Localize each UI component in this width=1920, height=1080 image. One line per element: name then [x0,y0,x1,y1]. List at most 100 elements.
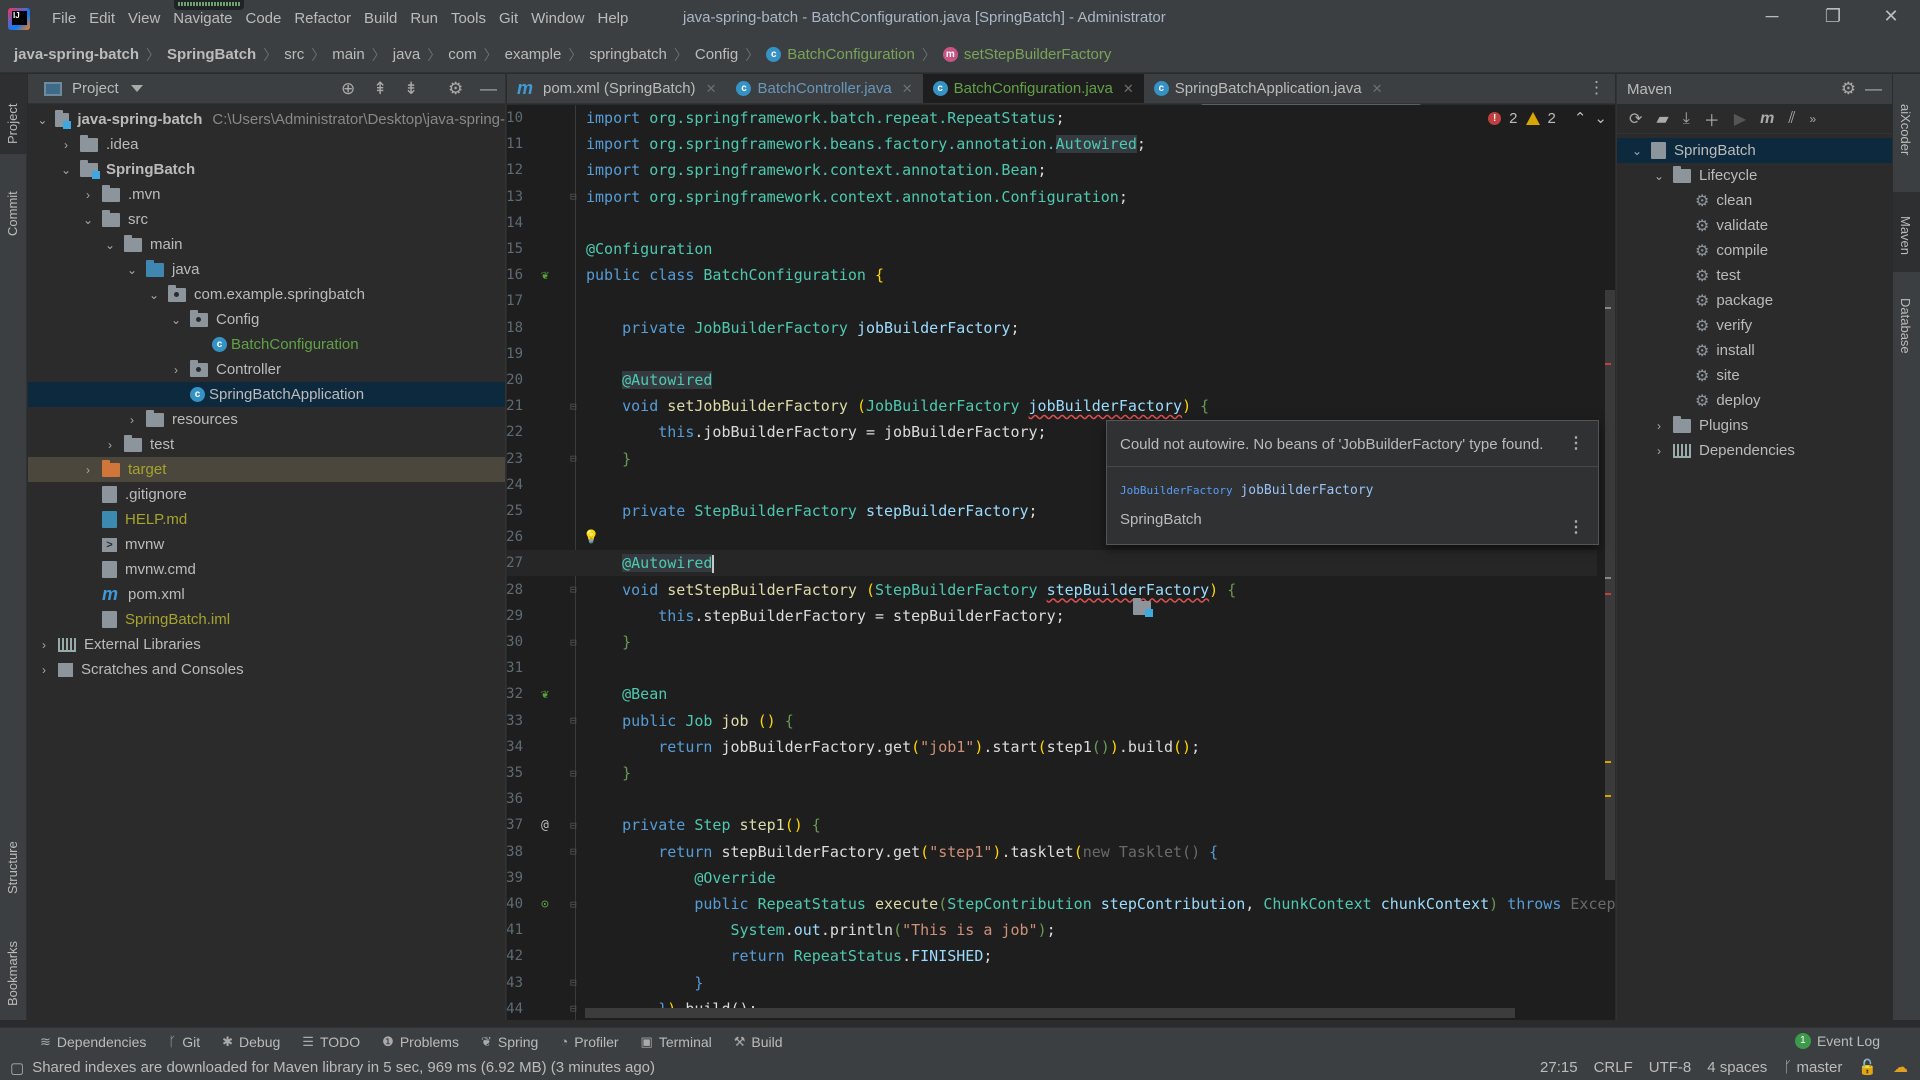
menu-help[interactable]: Help [598,10,629,27]
git-branch-widget[interactable]: ᚴ master [1783,1059,1842,1076]
tree-item[interactable]: › External Libraries [28,632,505,657]
code-line[interactable]: 29 this.stepBuilderFactory = stepBuilder… [507,603,1597,629]
next-highlight-icon[interactable]: ⌄ [1594,109,1607,127]
tool-tab-todo[interactable]: ☰ TODO [302,1034,360,1050]
line-number[interactable]: 41 [507,922,523,938]
fold-marker-icon[interactable]: ⊟ [570,898,577,911]
code-line[interactable]: 32 ❦ @Bean [507,681,1597,707]
menu-edit[interactable]: Edit [89,10,115,27]
file-encoding[interactable]: UTF-8 [1649,1059,1692,1076]
breadcrumb-item[interactable]: java-spring-batch [14,46,139,63]
line-number[interactable]: 44 [507,1001,523,1017]
tree-item[interactable]: ⌄ java [28,257,505,282]
chevron-right-icon[interactable]: › [58,138,74,152]
event-log-button[interactable]: 1 Event Log [1794,1033,1880,1049]
line-number[interactable]: 14 [507,215,523,231]
close-tab-icon[interactable]: ✕ [902,81,913,97]
expand-all-icon[interactable]: ⇞ [373,79,387,99]
tool-tab-git[interactable]: ᚴ Git [168,1034,200,1050]
code-line[interactable]: 20 @Autowired [507,367,1597,393]
chevron-right-icon[interactable]: › [124,413,140,427]
tool-window-project[interactable]: Project [0,74,27,154]
fold-marker-icon[interactable]: ⊟ [570,976,577,989]
tree-item[interactable]: HELP.md [28,507,505,532]
tool-window-aixcoder[interactable]: aiXcoder [1893,80,1920,190]
hide-panel-icon[interactable]: — [1865,79,1882,99]
maven-goal-icon[interactable]: m [1760,110,1774,128]
line-number[interactable]: 10 [507,110,523,126]
fold-marker-icon[interactable]: ⊟ [570,714,577,727]
code-line[interactable]: 10 import org.springframework.batch.repea… [507,105,1597,131]
maven-goal-package[interactable]: ⚙ package [1617,288,1892,313]
breadcrumb-item[interactable]: src [284,46,304,63]
code-line[interactable]: 12 import org.springframework.context.ann… [507,157,1597,183]
caret-position[interactable]: 27:15 [1540,1059,1578,1076]
tool-tab-spring[interactable]: ❦ Spring [481,1034,538,1050]
tree-item[interactable]: › Scratches and Consoles [28,657,505,682]
line-number[interactable]: 12 [507,162,523,178]
tree-item[interactable]: › resources [28,407,505,432]
line-number[interactable]: 26 [507,529,523,545]
fold-marker-icon[interactable]: ⊟ [570,767,577,780]
chevron-right-icon[interactable]: › [80,188,96,202]
line-number[interactable]: 27 [507,555,523,571]
breadcrumb-item[interactable]: example [505,46,562,63]
line-number[interactable]: 40 [507,896,523,912]
breadcrumb-class[interactable]: c BatchConfiguration [766,46,915,63]
line-number[interactable]: 15 [507,241,523,257]
maven-dependencies[interactable]: › Dependencies [1617,438,1892,463]
line-number[interactable]: 18 [507,320,523,336]
tool-window-database[interactable]: Database [1893,274,1920,384]
menu-file[interactable]: File [52,10,76,27]
code-line[interactable]: 34 return jobBuilderFactory.get("job1").… [507,734,1597,760]
code-line[interactable]: 36 [507,786,1597,812]
line-number[interactable]: 11 [507,136,523,152]
chevron-right-icon[interactable]: › [80,463,96,477]
toggle-tool-windows-icon[interactable]: ▢ [10,1059,24,1077]
code-line[interactable]: 41 System.out.println("This is a job"); [507,917,1597,943]
menu-code[interactable]: Code [245,10,281,27]
maven-goal-install[interactable]: ⚙ install [1617,338,1892,363]
code-line[interactable]: 21 ⊟ void setJobBuilderFactory (JobBuilde… [507,393,1597,419]
line-number[interactable]: 43 [507,975,523,991]
tool-tab-problems[interactable]: ❶ Problems [382,1034,459,1050]
maven-plugins[interactable]: › Plugins [1617,413,1892,438]
more-icon[interactable]: » [1810,112,1817,126]
background-progress-indicator[interactable] [174,0,244,10]
line-number[interactable]: 28 [507,582,523,598]
maven-goal-test[interactable]: ⚙ test [1617,263,1892,288]
code-line[interactable]: 17 [507,288,1597,314]
close-tab-icon[interactable]: ✕ [706,81,717,97]
maven-project[interactable]: ⌄ SpringBatch [1617,138,1892,163]
tool-tab-dependencies[interactable]: ≋ Dependencies [40,1034,146,1050]
tab-batch-controller[interactable]: c BatchController.java ✕ [726,74,922,103]
line-number[interactable]: 22 [507,424,523,440]
close-tab-icon[interactable]: ✕ [1372,81,1383,97]
tool-window-maven[interactable]: Maven [1893,192,1920,272]
tree-item[interactable]: ⌄ Config [28,307,505,332]
breadcrumb-item[interactable]: com [448,46,476,63]
breadcrumb-item[interactable]: SpringBatch [167,46,256,63]
run-icon[interactable]: ▶ [1734,109,1746,129]
menu-run[interactable]: Run [410,10,438,27]
download-icon[interactable]: ⤓ [1683,110,1690,128]
code-editor[interactable]: 10 import org.springframework.batch.repea… [507,105,1615,1020]
lock-icon[interactable]: 🔓 [1858,1058,1877,1076]
hide-panel-icon[interactable]: — [480,79,497,99]
line-number[interactable]: 19 [507,346,523,362]
line-number[interactable]: 25 [507,503,523,519]
menu-navigate[interactable]: Navigate [173,10,232,27]
gear-icon[interactable]: ⚙ [448,79,463,99]
tree-item[interactable]: › .mvn [28,182,505,207]
tool-tab-profiler[interactable]: ◔ Profiler [560,1034,618,1050]
indent-setting[interactable]: 4 spaces [1707,1059,1767,1076]
line-number[interactable]: 29 [507,608,523,624]
code-line[interactable]: 14 [507,210,1597,236]
line-separator[interactable]: CRLF [1594,1059,1633,1076]
tree-item[interactable]: SpringBatch.iml [28,607,505,632]
tree-item[interactable]: ⌄ src [28,207,505,232]
tab-pom-xml[interactable]: m pom.xml (SpringBatch) ✕ [507,74,726,103]
annotation-icon[interactable]: @ [541,818,549,833]
collapse-all-icon[interactable]: ⇟ [404,79,418,99]
code-line[interactable]: 43 ⊟ } [507,970,1597,996]
